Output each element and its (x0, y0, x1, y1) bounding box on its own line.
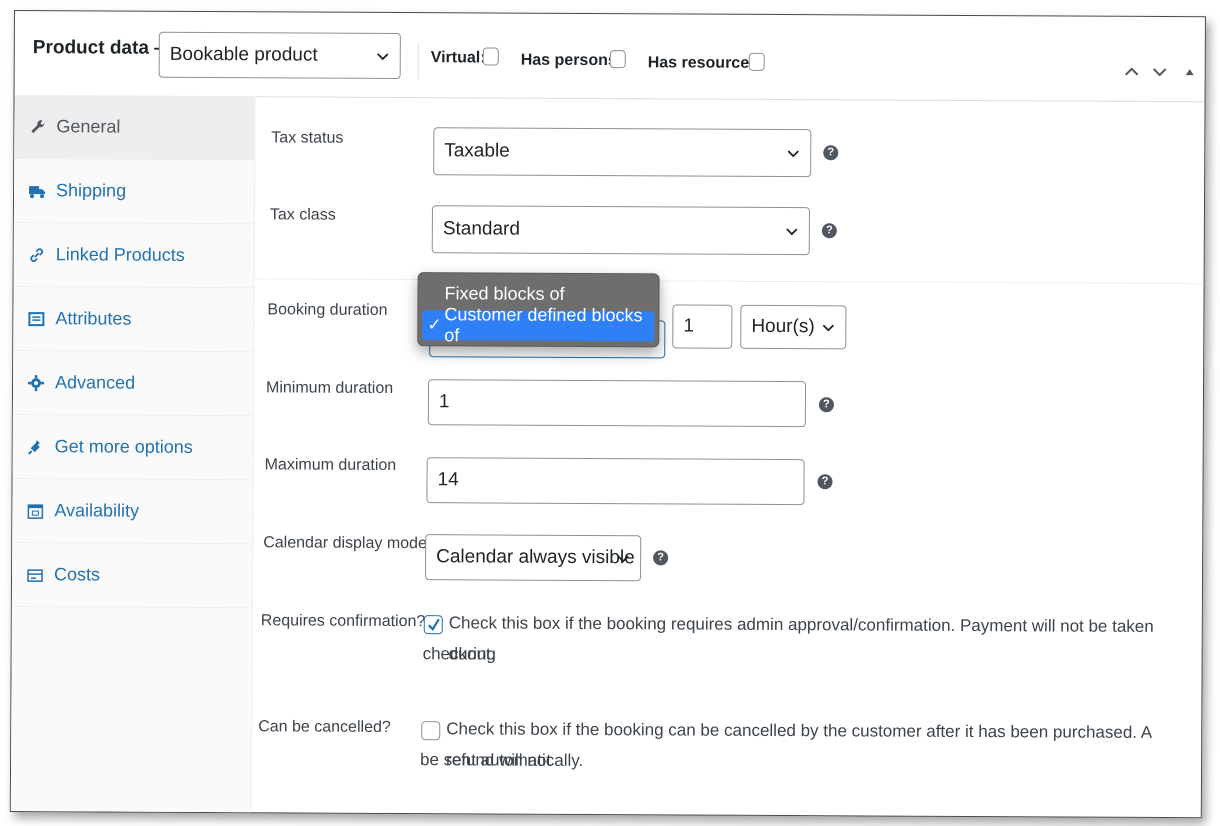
virtual-label: Virtual: (430, 49, 486, 67)
tab-shipping-label: Shipping (56, 180, 127, 201)
virtual-checkbox[interactable] (482, 47, 499, 66)
list-icon (27, 310, 45, 328)
tab-get-more-options[interactable]: Get more options (12, 414, 253, 481)
max-duration-input[interactable]: 14 (426, 457, 805, 506)
requires-confirmation-desc: Check this box if the booking requires a… (448, 613, 1154, 664)
tax-status-select[interactable]: Taxable (433, 127, 812, 178)
help-icon[interactable]: ? (821, 223, 837, 239)
calendar-mode-select[interactable]: Calendar always visible (425, 534, 642, 582)
link-icon (28, 246, 46, 264)
move-up-icon[interactable] (1123, 63, 1141, 81)
can-be-cancelled-label: Can be cancelled? (258, 718, 391, 736)
dropdown-option-customer-defined-label: Customer defined blocks of (444, 304, 643, 346)
max-duration-value: 14 (437, 469, 459, 491)
move-down-icon[interactable] (1151, 63, 1169, 81)
requires-confirmation-desc-cont: checkout. (422, 644, 496, 664)
chevron-down-icon (785, 222, 799, 236)
help-icon[interactable]: ? (823, 145, 839, 161)
calendar-mode-label: Calendar display mode (263, 534, 427, 553)
tab-costs[interactable]: Costs (11, 542, 253, 609)
tab-advanced-label: Advanced (54, 372, 136, 393)
tab-linked-products-label: Linked Products (55, 244, 185, 265)
calendar-icon (26, 502, 44, 520)
dropdown-option-customer-defined[interactable]: ✓ Customer defined blocks of (422, 304, 655, 345)
checkmark-icon: ✓ (427, 315, 442, 335)
booking-duration-amount-value: 1 (683, 315, 694, 337)
dropdown-option-fixed-label: Fixed blocks of (444, 282, 565, 304)
tax-class-label: Tax class (269, 206, 336, 224)
has-persons-label: Has persons: (520, 51, 623, 70)
booking-duration-unit-select[interactable]: Hour(s) (740, 304, 847, 350)
help-icon[interactable]: ? (818, 397, 834, 413)
tax-class-select[interactable]: Standard (431, 205, 810, 256)
tab-attributes[interactable]: Attributes (13, 287, 254, 353)
tab-costs-label: Costs (53, 564, 101, 585)
product-data-tabs: General Shipping Linked Products Attribu… (10, 95, 256, 813)
plug-icon (27, 438, 45, 456)
requires-confirmation-label: Requires confirmation? (260, 612, 426, 631)
has-resources-checkbox[interactable] (748, 52, 765, 71)
requires-confirmation-checkbox[interactable] (423, 615, 443, 635)
money-icon (26, 566, 44, 584)
tab-linked-products[interactable]: Linked Products (13, 223, 254, 289)
tab-attributes-label: Attributes (55, 308, 132, 329)
tab-get-more-options-label: Get more options (54, 436, 193, 457)
tab-general[interactable]: General (14, 95, 255, 161)
min-duration-label: Minimum duration (265, 379, 394, 397)
tax-class-value: Standard (442, 218, 521, 240)
wrench-icon (28, 118, 46, 136)
tab-general-label: General (56, 116, 121, 137)
can-be-cancelled-desc-cont: be sent automatically. (420, 750, 584, 770)
chevron-down-icon (821, 318, 835, 332)
calendar-mode-value: Calendar always visible (436, 546, 635, 569)
tax-status-label: Tax status (271, 129, 344, 147)
header-separator (417, 43, 419, 80)
booking-duration-amount-input[interactable]: 1 (672, 304, 733, 349)
booking-duration-dropdown: Fixed blocks of ✓ Customer defined block… (417, 272, 660, 348)
has-resources-label: Has resources: (647, 54, 764, 72)
truck-icon (28, 182, 46, 200)
tab-shipping[interactable]: Shipping (13, 159, 255, 225)
product-type-select[interactable]: Bookable product (158, 31, 401, 80)
panel-header: Product data — Bookable product Virtual:… (14, 11, 1205, 103)
help-icon[interactable]: ? (817, 474, 833, 490)
collapse-toggle-icon[interactable] (1181, 63, 1199, 81)
min-duration-input[interactable]: 1 (427, 379, 807, 428)
chevron-down-icon (376, 47, 390, 61)
tab-advanced[interactable]: Advanced (12, 351, 254, 417)
gear-icon (27, 374, 45, 392)
min-duration-value: 1 (438, 391, 450, 413)
help-icon[interactable]: ? (653, 550, 669, 566)
has-persons-checkbox[interactable] (609, 50, 626, 69)
tab-availability[interactable]: Availability (12, 478, 253, 545)
section-divider (254, 278, 1204, 285)
chevron-down-icon (616, 549, 630, 563)
tax-status-value: Taxable (444, 140, 510, 162)
panel-title: Product data — (32, 37, 174, 59)
booking-duration-unit-value: Hour(s) (751, 315, 815, 338)
product-data-panel: Product data — Bookable product Virtual:… (9, 10, 1206, 819)
product-type-value: Bookable product (169, 43, 318, 66)
max-duration-label: Maximum duration (264, 456, 397, 475)
general-tab-panel: Tax status Taxable ? Tax class Standard … (252, 96, 1205, 817)
tab-availability-label: Availability (54, 500, 140, 521)
can-be-cancelled-checkbox[interactable] (421, 721, 441, 741)
chevron-down-icon (786, 144, 800, 158)
booking-duration-label: Booking duration (267, 301, 388, 319)
